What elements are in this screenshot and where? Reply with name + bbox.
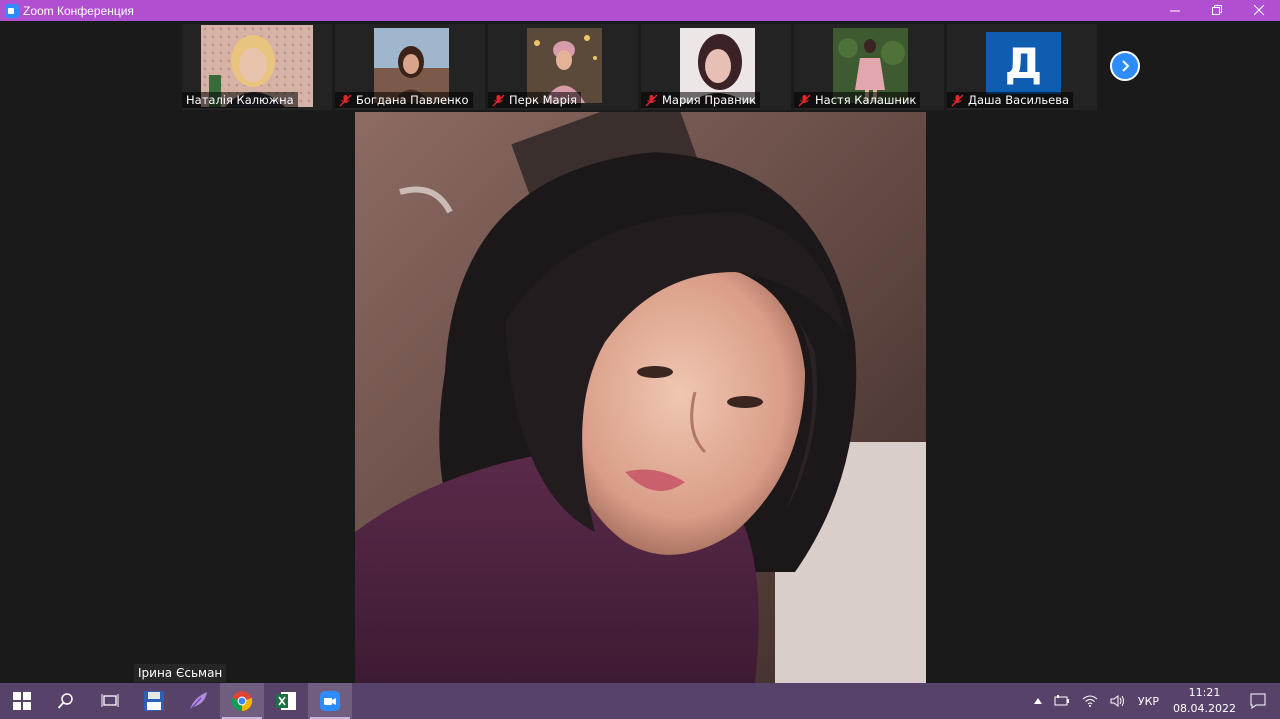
notification-icon	[1250, 693, 1266, 709]
meeting-area: Наталія Калюжна Богдана Павленко Перк Ма…	[0, 21, 1280, 683]
excel-icon	[276, 692, 296, 710]
start-button[interactable]	[0, 683, 44, 719]
taskbar-app-excel[interactable]	[264, 683, 308, 719]
participant-tile[interactable]: Мария Правник	[641, 24, 791, 110]
muted-mic-icon	[339, 94, 352, 106]
task-view-button[interactable]	[88, 683, 132, 719]
window-titlebar: Zoom Конференция	[0, 0, 1280, 21]
chevron-right-icon	[1122, 60, 1130, 72]
window-title: Zoom Конференция	[23, 3, 134, 18]
muted-mic-icon	[645, 94, 658, 106]
participant-name: Даша Васильева	[947, 92, 1074, 108]
participant-name: Наталія Калюжна	[182, 92, 298, 108]
taskbar: УКР 11:21 08.04.2022	[0, 683, 1280, 719]
floppy-disk-icon	[144, 691, 164, 711]
participant-name: Богдана Павленко	[335, 92, 473, 108]
muted-mic-icon	[951, 94, 964, 106]
feather-icon	[189, 692, 207, 711]
notifications-button[interactable]	[1250, 693, 1266, 709]
search-button[interactable]	[44, 683, 88, 719]
maximize-button[interactable]	[1196, 0, 1238, 21]
wifi-icon[interactable]	[1082, 695, 1098, 707]
participant-name: Мария Правник	[641, 92, 761, 108]
minimize-button[interactable]	[1154, 0, 1196, 21]
close-icon	[1253, 5, 1264, 16]
clock[interactable]: 11:21 08.04.2022	[1173, 685, 1236, 717]
active-speaker-name: Ірина Єсьман	[134, 664, 227, 682]
chrome-icon	[231, 691, 253, 712]
restore-icon	[1211, 5, 1222, 15]
participant-tile[interactable]: Перк Марія	[488, 24, 638, 110]
chevron-up-icon	[1033, 698, 1042, 704]
system-tray: УКР 11:21 08.04.2022	[1028, 683, 1280, 719]
taskbar-app-feather[interactable]	[176, 683, 220, 719]
muted-mic-icon	[798, 94, 811, 106]
taskbar-app-chrome[interactable]	[220, 683, 264, 719]
taskbar-app-save[interactable]	[132, 683, 176, 719]
clock-date: 08.04.2022	[1173, 702, 1236, 715]
close-button[interactable]	[1238, 0, 1280, 21]
participant-tile[interactable]: Настя Калашник	[794, 24, 944, 110]
task-view-icon	[101, 694, 119, 707]
battery-icon[interactable]	[1054, 695, 1070, 707]
participant-name: Настя Калашник	[794, 92, 921, 108]
muted-mic-icon	[492, 94, 505, 106]
minimize-icon	[1169, 10, 1180, 12]
participant-tile[interactable]: Богдана Павленко	[335, 24, 485, 110]
participant-tile[interactable]: Д Даша Васильева	[947, 24, 1097, 110]
windows-logo-icon	[13, 692, 31, 710]
zoom-icon	[320, 691, 340, 711]
participant-name: Перк Марія	[488, 92, 582, 108]
volume-icon[interactable]	[1110, 695, 1126, 707]
participant-tile[interactable]: Наталія Калюжна	[182, 24, 332, 110]
taskbar-app-zoom[interactable]	[308, 683, 352, 719]
next-page-button[interactable]	[1110, 51, 1140, 81]
search-icon	[57, 693, 73, 709]
show-hidden-icons-button[interactable]	[1033, 698, 1042, 704]
active-speaker-video	[355, 112, 926, 683]
participant-avatar: Д	[986, 32, 1061, 94]
zoom-app-icon	[5, 3, 19, 18]
clock-time: 11:21	[1188, 686, 1221, 699]
language-indicator[interactable]: УКР	[1138, 695, 1159, 708]
participant-strip: Наталія Калюжна Богдана Павленко Перк Ма…	[182, 24, 1097, 110]
